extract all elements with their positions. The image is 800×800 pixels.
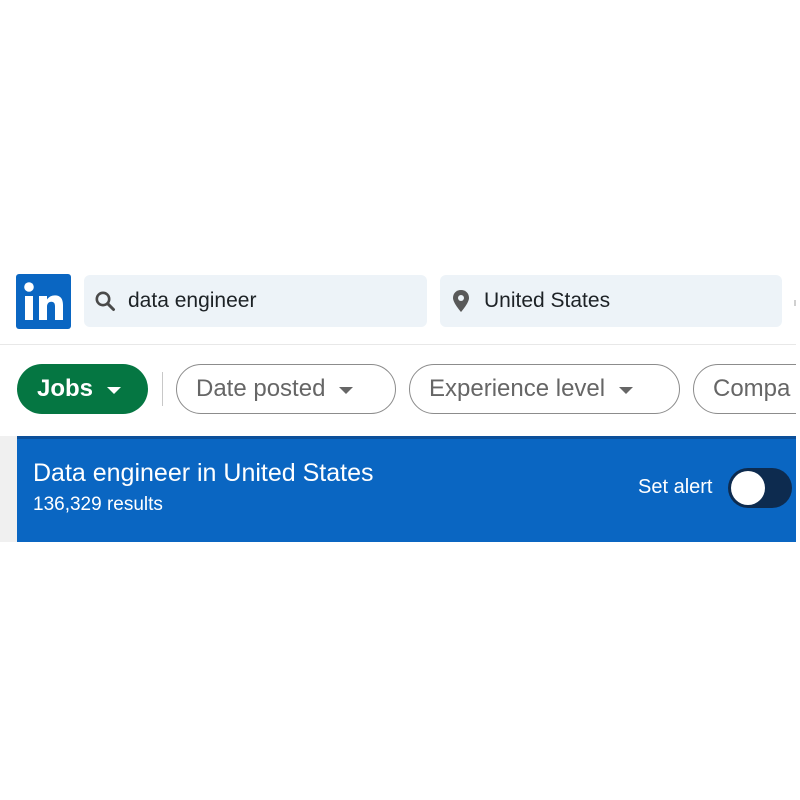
linkedin-logo-icon [24, 282, 63, 320]
company-filter-label: Compa [713, 375, 791, 402]
search-icon [94, 290, 116, 312]
company-filter-button[interactable]: Compa [693, 364, 796, 414]
caret-down-icon [619, 386, 634, 394]
jobs-filter-label: Jobs [37, 375, 94, 402]
results-banner: Data engineer in United States 136,329 r… [0, 436, 796, 542]
experience-level-label: Experience level [429, 375, 606, 402]
results-count: 136,329 results [33, 494, 163, 515]
keyword-value: data engineer [128, 289, 257, 312]
linkedin-logo[interactable] [16, 274, 71, 329]
location-value: United States [484, 289, 611, 312]
date-posted-label: Date posted [196, 375, 326, 402]
linkedin-jobs-view: data engineer United States Jobs Date po… [0, 262, 796, 542]
experience-level-filter-button[interactable]: Experience level [409, 364, 680, 414]
toggle-knob [731, 471, 765, 505]
filter-divider [162, 372, 163, 406]
set-alert-label: Set alert [638, 476, 713, 498]
results-header: Data engineer in United States 136,329 r… [17, 436, 796, 542]
location-search-input[interactable]: United States [440, 275, 782, 327]
caret-down-icon [339, 386, 354, 394]
jobs-filter-button[interactable]: Jobs [17, 364, 148, 414]
filter-bar: Jobs Date posted Experience level Compa [0, 345, 796, 435]
set-alert-toggle[interactable] [728, 468, 792, 508]
overflow-edge [794, 300, 796, 306]
top-header: data engineer United States [0, 262, 796, 345]
keyword-search-input[interactable]: data engineer [84, 275, 427, 327]
caret-down-icon [107, 386, 122, 394]
page: data engineer United States Jobs Date po… [0, 0, 800, 800]
left-gutter [0, 436, 17, 542]
date-posted-filter-button[interactable]: Date posted [176, 364, 396, 414]
results-title: Data engineer in United States [33, 459, 374, 487]
location-pin-icon [450, 290, 472, 312]
